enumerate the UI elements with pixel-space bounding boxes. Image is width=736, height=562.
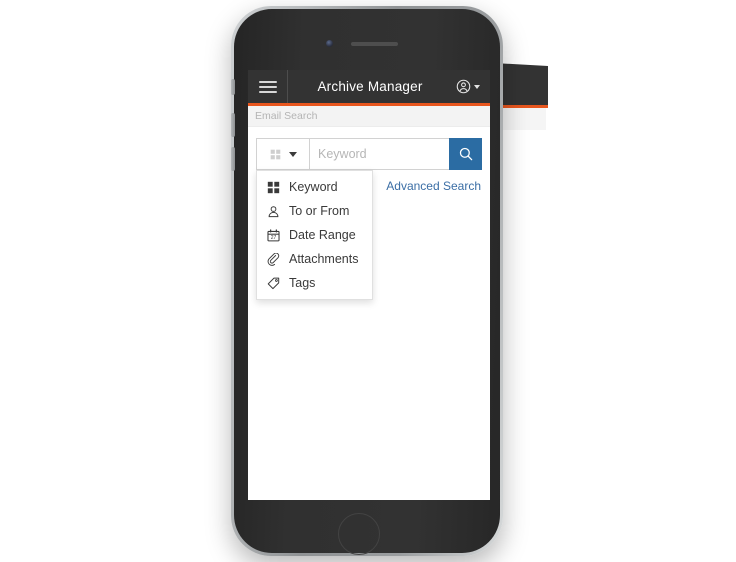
search-row	[256, 138, 482, 170]
search-icon	[459, 147, 472, 161]
grid-icon	[267, 181, 280, 193]
dropdown-item-tags[interactable]: Tags	[257, 271, 372, 295]
person-icon	[268, 205, 279, 217]
sub-header: Email Search	[248, 106, 490, 127]
sub-header-title: Email Search	[255, 110, 318, 122]
phone-body: Archive Manager Email Search Keyword Adv…	[231, 9, 500, 555]
search-type-toggle-button[interactable]	[256, 138, 309, 170]
search-input[interactable]	[309, 138, 449, 170]
search-button[interactable]	[449, 138, 482, 170]
dropdown-item-label: Date Range	[289, 228, 356, 242]
caret-down-icon	[288, 151, 297, 157]
dropdown-item-keyword[interactable]: Keyword	[257, 175, 372, 199]
user-avatar-icon	[456, 79, 471, 94]
front-camera-icon	[326, 40, 333, 47]
dropdown-item-label: To or From	[289, 204, 350, 218]
dropdown-item-label: Attachments	[289, 252, 359, 266]
page-title: Archive Manager	[317, 79, 423, 94]
earpiece-speaker-icon	[351, 42, 398, 46]
dropdown-item-label: Tags	[289, 276, 316, 290]
phone-screen: Archive Manager Email Search Keyword Adv…	[248, 70, 490, 500]
grid-icon	[270, 149, 280, 159]
advanced-search-link[interactable]: Advanced Search	[386, 179, 481, 193]
dropdown-item-date-range[interactable]: 27 Date Range	[257, 223, 372, 247]
volume-up-button[interactable]	[231, 113, 235, 137]
search-area: Advanced Search Keyword	[248, 127, 490, 300]
dropdown-item-label: Keyword	[289, 180, 338, 194]
paperclip-icon	[267, 252, 280, 266]
phone-device: Archive Manager Email Search Keyword Adv…	[231, 6, 503, 556]
mute-switch[interactable]	[231, 79, 235, 95]
mockup-stage: Archive Manager Email Search Keyword Adv…	[0, 0, 736, 562]
tag-icon	[267, 277, 280, 289]
dropdown-item-attachments[interactable]: Attachments	[257, 247, 372, 271]
chevron-down-icon	[474, 84, 480, 89]
dropdown-item-to-or-from[interactable]: To or From	[257, 199, 372, 223]
search-type-dropdown-menu: Keyword To or From 27 Date Range Attachm…	[256, 170, 373, 300]
app-header: Archive Manager	[248, 70, 490, 106]
volume-down-button[interactable]	[231, 147, 235, 171]
svg-text:27: 27	[271, 235, 277, 241]
home-button[interactable]	[338, 513, 380, 555]
hamburger-menu-icon[interactable]	[248, 70, 288, 103]
calendar-icon: 27	[267, 228, 280, 241]
account-menu-button[interactable]	[446, 70, 490, 103]
